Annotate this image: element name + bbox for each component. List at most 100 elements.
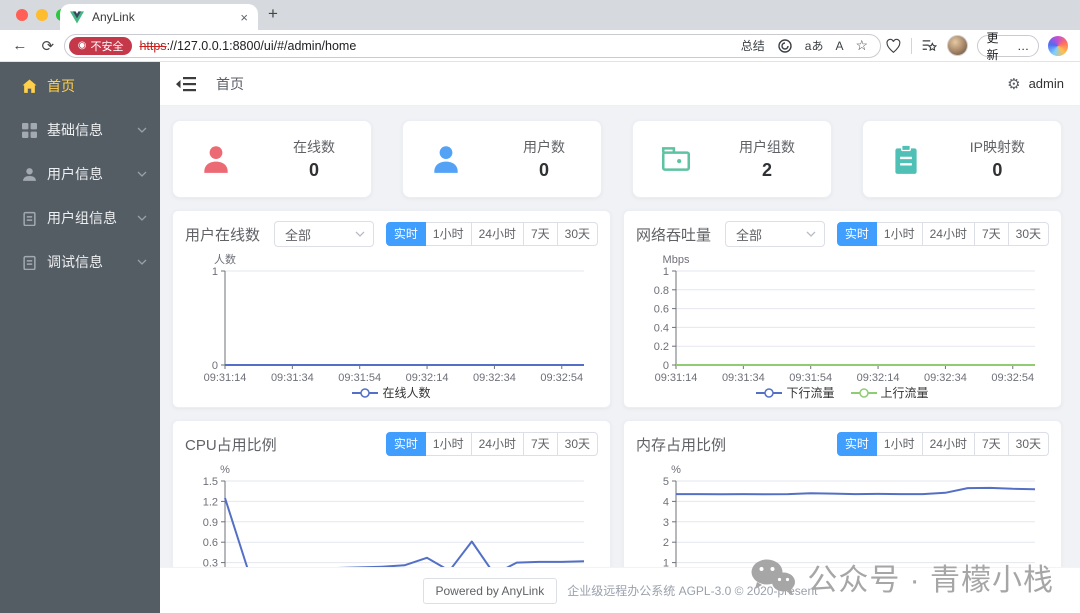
line-chart-online-users: 人数 0 1 09:31:14 09:31:34 09:31:54 09:32:14 09:3… [185, 251, 598, 401]
sidebar-item-label: 用户组信息 [47, 210, 117, 226]
username[interactable]: admin [1029, 76, 1064, 91]
time-button-30d[interactable]: 30天 [557, 432, 598, 456]
svg-text:09:32:34: 09:32:34 [473, 372, 516, 384]
time-button-7d[interactable]: 7天 [974, 222, 1009, 246]
time-button-realtime[interactable]: 实时 [385, 432, 426, 456]
security-badge-label: 不安全 [90, 40, 124, 53]
grid-icon [22, 122, 37, 138]
svg-text:2: 2 [663, 537, 669, 549]
chart-legend[interactable]: 在线人数 [185, 384, 598, 401]
sidebar-item-home[interactable]: 首页 [0, 64, 160, 108]
stat-card-ip-map: IP映射数 0 [862, 120, 1062, 198]
time-button-1h[interactable]: 1小时 [425, 222, 472, 246]
time-button-realtime[interactable]: 实时 [836, 222, 877, 246]
filter-select-value: 全部 [736, 227, 763, 243]
sidebar-item-debug-info[interactable]: 调试信息 [0, 240, 160, 284]
svg-text:09:31:14: 09:31:14 [655, 372, 698, 384]
user-icon [23, 167, 36, 181]
legend-item[interactable]: 下行流量 [756, 384, 835, 401]
app-layout: 首页 基础信息 用户信息 用户组信息 调试信息 首页 ⚙ admin 在线数 0… [0, 62, 1080, 613]
time-button-24h[interactable]: 24小时 [471, 222, 524, 246]
svg-text:09:32:54: 09:32:54 [991, 372, 1034, 384]
browser-essentials-icon[interactable] [885, 38, 902, 54]
time-button-24h[interactable]: 24小时 [922, 432, 975, 456]
profile-avatar[interactable] [946, 35, 968, 56]
url-scheme: https [139, 38, 167, 53]
sidebar-item-label: 调试信息 [47, 254, 103, 270]
close-window-button[interactable] [16, 9, 28, 21]
refresh-icon[interactable]: ⟳ [36, 37, 60, 55]
time-button-30d[interactable]: 30天 [1008, 222, 1049, 246]
svg-text:09:32:54: 09:32:54 [540, 372, 583, 384]
powered-by-link[interactable]: Powered by AnyLink [422, 577, 558, 604]
minimize-window-button[interactable] [36, 9, 48, 21]
vue-favicon [70, 10, 84, 24]
time-button-30d[interactable]: 30天 [557, 222, 598, 246]
gear-icon[interactable]: ⚙ [1007, 75, 1020, 93]
update-pill: 更新 … [976, 31, 1040, 62]
watermark: 公众号 · 青檬小栈 [749, 555, 1054, 599]
svg-text:%: % [220, 464, 230, 476]
filter-select[interactable]: 全部 [725, 221, 826, 247]
time-button-7d[interactable]: 7天 [523, 222, 558, 246]
svg-text:0.4: 0.4 [654, 322, 669, 334]
translate-icon[interactable]: aあ [805, 37, 824, 54]
sidebar: 首页 基础信息 用户信息 用户组信息 调试信息 [0, 62, 160, 613]
collapse-sidebar-icon[interactable] [176, 76, 196, 92]
stat-value: 0 [308, 160, 319, 180]
svg-text:1.2: 1.2 [203, 496, 218, 508]
favorites-hub-icon[interactable] [921, 37, 938, 54]
svg-text:1.5: 1.5 [203, 476, 218, 488]
filter-select[interactable]: 全部 [274, 221, 375, 247]
time-button-30d[interactable]: 30天 [1008, 432, 1049, 456]
time-button-24h[interactable]: 24小时 [471, 432, 524, 456]
chart-title: CPU占用比例 [185, 436, 277, 454]
sidebar-item-basic-info[interactable]: 基础信息 [0, 108, 160, 152]
svg-text:0.9: 0.9 [203, 517, 218, 529]
tab-strip: AnyLink × + [0, 0, 1080, 30]
update-button[interactable]: 更新 [987, 29, 1011, 63]
tab-title: AnyLink [92, 10, 135, 24]
time-button-1h[interactable]: 1小时 [876, 432, 923, 456]
sidebar-item-user-info[interactable]: 用户信息 [0, 152, 160, 196]
svg-text:人数: 人数 [214, 253, 236, 266]
copilot-icon[interactable] [1048, 35, 1068, 56]
clipboard-icon [23, 211, 36, 226]
time-button-1h[interactable]: 1小时 [425, 432, 472, 456]
legend-item[interactable]: 上行流量 [850, 384, 929, 401]
time-button-7d[interactable]: 7天 [974, 432, 1009, 456]
svg-text:09:32:14: 09:32:14 [857, 372, 900, 384]
read-aloud-icon[interactable]: A [835, 39, 843, 53]
time-button-realtime[interactable]: 实时 [836, 432, 877, 456]
wechat-icon [751, 559, 796, 595]
stat-value: 2 [761, 160, 772, 180]
svg-text:0.8: 0.8 [654, 285, 669, 297]
time-button-1h[interactable]: 1小时 [876, 222, 923, 246]
time-button-24h[interactable]: 24小时 [922, 222, 975, 246]
copilot-lens-icon[interactable] [777, 38, 793, 54]
chart-legend[interactable]: 下行流量 上行流量 [636, 384, 1049, 401]
time-button-realtime[interactable]: 实时 [385, 222, 426, 246]
time-button-7d[interactable]: 7天 [523, 432, 558, 456]
sidebar-item-user-group-info[interactable]: 用户组信息 [0, 196, 160, 240]
more-menu-icon[interactable]: … [1017, 39, 1029, 53]
legend-item[interactable]: 在线人数 [352, 384, 431, 401]
security-badge[interactable]: ◉ 不安全 [68, 36, 133, 55]
url-text[interactable]: https://127.0.0.1:8800/ui/#/admin/home [139, 39, 733, 53]
stat-card-users: 用户数 0 [402, 120, 602, 198]
line-chart-network-throughput: Mbps 0 0.2 0.4 0.6 0.8 1 09:31:14 09:31:34 09:31:… [636, 251, 1049, 401]
chart-card-network-throughput: 网络吞吐量 全部 实时 1小时 24小时 7天 30天 Mbps 0 0.2 0… [623, 210, 1062, 408]
tab-close-icon[interactable]: × [240, 10, 248, 25]
sidebar-item-label: 用户信息 [47, 166, 103, 182]
svg-text:Mbps: Mbps [663, 254, 690, 266]
browser-tab[interactable]: AnyLink × [60, 4, 258, 30]
stat-label: IP映射数 [969, 139, 1025, 155]
back-icon[interactable]: ← [8, 37, 32, 54]
summarize-button[interactable]: 总结 [741, 37, 765, 54]
clipboard-icon [23, 255, 36, 270]
new-tab-button[interactable]: + [268, 4, 278, 24]
svg-text:0.6: 0.6 [654, 304, 669, 316]
svg-text:0.6: 0.6 [203, 537, 218, 549]
address-bar[interactable]: ◉ 不安全 https://127.0.0.1:8800/ui/#/admin/… [63, 33, 882, 58]
favorite-star-icon[interactable]: ☆ [855, 37, 868, 54]
